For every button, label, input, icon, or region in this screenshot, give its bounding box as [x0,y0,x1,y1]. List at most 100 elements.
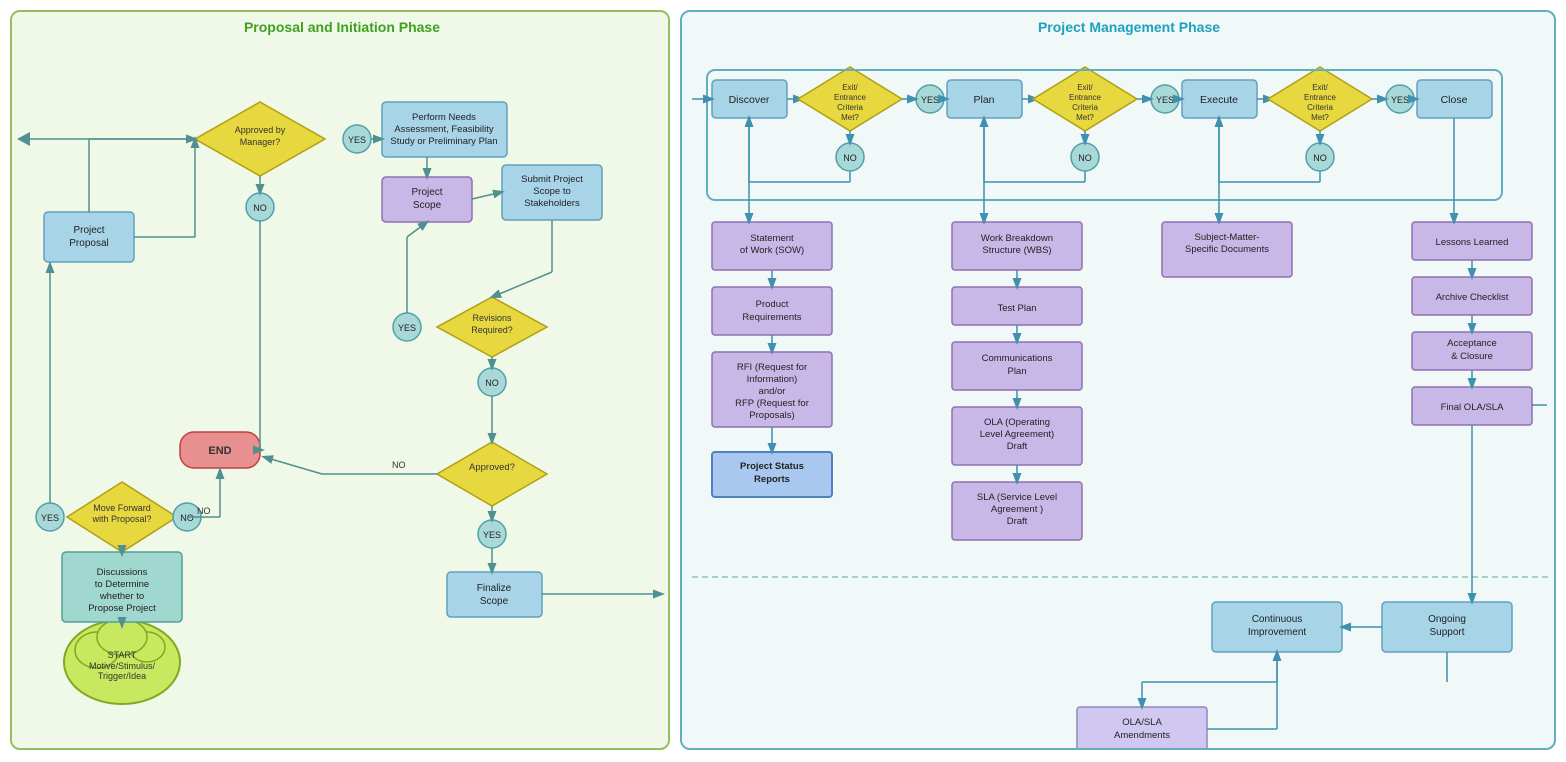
svg-text:Agreement ): Agreement ) [991,504,1043,515]
svg-text:Proposals): Proposals) [749,410,794,421]
svg-text:Approved by: Approved by [235,125,286,135]
approved2-node [437,442,547,506]
finalize-scope-node [447,572,542,617]
svg-text:YES: YES [398,323,416,333]
svg-text:Archive Checklist: Archive Checklist [1436,292,1509,303]
svg-text:Statement: Statement [750,233,794,244]
right-panel: Project Management Phase Discover Exit/ … [680,10,1556,750]
svg-text:NO: NO [1078,153,1092,163]
svg-text:YES: YES [921,95,939,105]
svg-text:NO: NO [197,506,211,516]
svg-text:Lessons Learned: Lessons Learned [1436,237,1509,248]
svg-text:whether to: whether to [99,591,144,602]
svg-text:Discussions: Discussions [97,567,148,578]
svg-text:Met?: Met? [1311,113,1329,122]
svg-text:Improvement: Improvement [1248,627,1307,638]
svg-text:Submit Project: Submit Project [521,174,583,185]
svg-text:Scope: Scope [413,200,442,211]
svg-text:START: START [108,650,137,660]
svg-text:Plan: Plan [973,94,994,106]
svg-text:to Determine: to Determine [95,579,149,590]
svg-text:Entrance: Entrance [1304,93,1337,102]
svg-text:Study or Preliminary Plan: Study or Preliminary Plan [390,136,497,147]
svg-text:Product: Product [756,299,789,310]
svg-text:YES: YES [1156,95,1174,105]
right-flowchart: Project Management Phase Discover Exit/ … [682,12,1556,750]
svg-text:of Work (SOW): of Work (SOW) [740,245,804,256]
svg-text:Scope: Scope [480,596,509,607]
svg-text:Manager?: Manager? [240,137,281,147]
svg-text:NO: NO [843,153,857,163]
svg-text:Ongoing: Ongoing [1428,614,1466,625]
svg-text:Subject-Matter-: Subject-Matter- [1195,232,1260,243]
svg-text:END: END [208,445,231,457]
svg-text:Project: Project [73,225,104,236]
svg-text:YES: YES [41,513,59,523]
svg-text:Communications: Communications [982,353,1053,364]
svg-text:Execute: Execute [1200,94,1238,106]
svg-text:NO: NO [253,203,267,213]
svg-text:Entrance: Entrance [1069,93,1102,102]
svg-text:Met?: Met? [1076,113,1094,122]
svg-text:Criteria: Criteria [837,103,863,112]
svg-text:Approved?: Approved? [469,462,515,473]
ola-sla-amendments-node [1077,707,1207,750]
svg-text:Criteria: Criteria [1307,103,1333,112]
svg-text:Scope to: Scope to [533,186,571,197]
svg-text:Exit/: Exit/ [1077,83,1093,92]
svg-text:Propose Project: Propose Project [88,603,156,614]
svg-text:Information): Information) [747,374,798,385]
svg-text:NO: NO [180,513,194,523]
svg-text:Perform Needs: Perform Needs [412,112,476,123]
svg-text:RFP (Request for: RFP (Request for [735,398,809,409]
svg-text:Stakeholders: Stakeholders [524,198,580,209]
svg-text:Criteria: Criteria [1072,103,1098,112]
svg-text:Level Agreement): Level Agreement) [980,429,1054,440]
svg-text:Draft: Draft [1007,441,1028,452]
svg-text:OLA/SLA: OLA/SLA [1122,717,1162,728]
svg-text:Required?: Required? [471,325,513,335]
svg-text:Proposal: Proposal [69,238,108,249]
svg-text:Continuous: Continuous [1252,614,1303,625]
svg-text:NO: NO [485,378,499,388]
svg-text:& Closure: & Closure [1451,351,1493,362]
right-phase-title: Project Management Phase [1038,19,1220,35]
svg-text:SLA (Service Level: SLA (Service Level [977,492,1057,503]
svg-text:Project: Project [411,187,442,198]
svg-text:Support: Support [1429,627,1464,638]
svg-text:Test Plan: Test Plan [997,303,1036,314]
left-phase-title: Proposal and Initiation Phase [244,19,440,35]
svg-text:and/or: and/or [759,386,786,397]
svg-text:Structure (WBS): Structure (WBS) [982,245,1051,256]
svg-text:Met?: Met? [841,113,859,122]
svg-text:Close: Close [1441,94,1468,106]
svg-text:Entrance: Entrance [834,93,867,102]
svg-text:RFI (Request for: RFI (Request for [737,362,807,373]
svg-text:YES: YES [483,530,501,540]
svg-text:Work Breakdown: Work Breakdown [981,233,1053,244]
svg-text:Draft: Draft [1007,516,1028,527]
product-req-node [712,287,832,335]
svg-text:Final OLA/SLA: Final OLA/SLA [1441,402,1504,413]
main-container: Proposal and Initiation Phase START Moti… [0,0,1566,762]
svg-text:Exit/: Exit/ [1312,83,1328,92]
ops-phase-title: Operations and Production Phase [1024,748,1233,750]
project-proposal-node [44,212,134,262]
svg-text:with Proposal?: with Proposal? [91,514,151,524]
svg-text:Exit/: Exit/ [842,83,858,92]
svg-text:Acceptance: Acceptance [1447,338,1497,349]
svg-text:Requirements: Requirements [742,312,801,323]
svg-text:Amendments: Amendments [1114,730,1170,741]
svg-text:NO: NO [1313,153,1327,163]
svg-text:Plan: Plan [1007,366,1026,377]
left-flowchart: Proposal and Initiation Phase START Moti… [12,12,672,750]
svg-text:YES: YES [1391,95,1409,105]
svg-text:Motive/Stimulus/: Motive/Stimulus/ [89,661,156,671]
svg-text:OLA (Operating: OLA (Operating [984,417,1050,428]
svg-text:Trigger/Idea: Trigger/Idea [98,671,146,681]
svg-text:YES: YES [348,135,366,145]
svg-text:Finalize: Finalize [477,583,512,594]
svg-text:Move Forward: Move Forward [93,503,151,513]
svg-text:Specific Documents: Specific Documents [1185,244,1269,255]
svg-text:Discover: Discover [729,94,770,106]
